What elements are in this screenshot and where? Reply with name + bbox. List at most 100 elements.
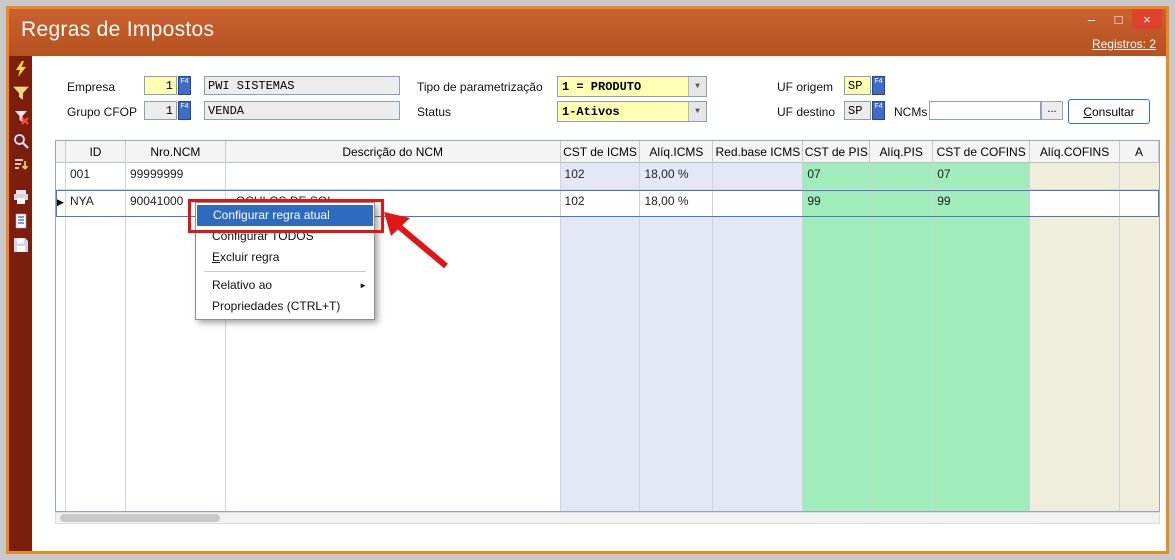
column-header-aliq-pis[interactable]: Alíq.PIS: [870, 141, 933, 163]
cell-cst-pis[interactable]: 07: [803, 163, 870, 189]
filler-cell: [66, 217, 126, 511]
cell-id[interactable]: 001: [66, 163, 126, 189]
grupo-cfop-code-field[interactable]: 1: [144, 101, 177, 120]
filler-cell: [1030, 217, 1120, 511]
refresh-button[interactable]: [11, 62, 30, 81]
grupo-cfop-name-field: VENDA: [204, 101, 400, 120]
cell-aliq-pis[interactable]: [870, 190, 933, 216]
menu-item-excluir-regra[interactable]: Excluir regra: [196, 247, 374, 268]
chevron-down-icon[interactable]: ▼: [688, 102, 706, 121]
filler-cell: [640, 217, 713, 511]
grupo-cfop-f4-button[interactable]: F4: [178, 101, 191, 120]
zoom-icon: [13, 133, 29, 154]
table-row[interactable]: 001 99999999 102 18,00 % 07 07: [56, 163, 1159, 190]
uf-destino-field[interactable]: SP: [844, 101, 871, 120]
filler-cell: [933, 217, 1030, 511]
column-header-red-base-icms[interactable]: Red.base ICMS: [713, 141, 803, 163]
report-button[interactable]: [11, 214, 30, 233]
sort-button[interactable]: [11, 158, 30, 177]
uf-destino-f4-button[interactable]: F4: [872, 101, 885, 120]
cell-aliq-icms[interactable]: 18,00 %: [640, 190, 713, 216]
cell-a[interactable]: [1120, 190, 1159, 216]
cell-red-base-icms[interactable]: [713, 163, 803, 189]
cell-cst-pis[interactable]: 99: [803, 190, 870, 216]
main-content: Empresa 1 F4 PWI SISTEMAS Tipo de parame…: [32, 56, 1166, 551]
cell-a[interactable]: [1120, 163, 1159, 189]
maximize-button[interactable]: □: [1105, 9, 1132, 29]
uf-origem-field[interactable]: SP: [844, 76, 871, 95]
tipo-parametrizacao-combo[interactable]: 1 = PRODUTO ▼: [557, 76, 707, 97]
column-header-aliq-icms[interactable]: Alíq.ICMS: [640, 141, 713, 163]
uf-origem-f4-button[interactable]: F4: [872, 76, 885, 95]
cell-aliq-icms[interactable]: 18,00 %: [640, 163, 713, 189]
empresa-label: Empresa: [67, 80, 115, 94]
column-header-aliq-cofins[interactable]: Alíq.COFINS: [1030, 141, 1120, 163]
cell-descricao[interactable]: [226, 163, 561, 189]
filter-icon: [13, 85, 29, 106]
cell-id[interactable]: NYA: [66, 190, 126, 216]
tipo-parametrizacao-label: Tipo de parametrização: [417, 80, 543, 94]
horizontal-scrollbar[interactable]: [55, 512, 1160, 524]
cell-cst-cofins[interactable]: 99: [933, 190, 1030, 216]
menu-item-propriedades[interactable]: Propriedades (CTRL+T): [196, 296, 374, 317]
grupo-cfop-label: Grupo CFOP: [67, 105, 137, 119]
filler-cell: [803, 217, 870, 511]
app-window: Regras de Impostos – □ × Registros: 2 Em…: [6, 6, 1169, 554]
filter-button[interactable]: [11, 86, 30, 105]
close-button[interactable]: ×: [1132, 9, 1162, 29]
indicator-column-header: [56, 141, 66, 163]
report-icon: [13, 213, 29, 234]
save-button[interactable]: [11, 238, 30, 257]
refresh-icon: [13, 61, 29, 82]
minimize-button[interactable]: –: [1078, 9, 1105, 29]
cell-aliq-cofins[interactable]: [1030, 190, 1120, 216]
filler-cell: [56, 217, 66, 511]
annotation-arrow: [380, 208, 458, 272]
submenu-arrow-icon: ►: [359, 275, 367, 296]
cell-aliq-cofins[interactable]: [1030, 163, 1120, 189]
status-combo[interactable]: 1-Ativos ▼: [557, 101, 707, 122]
empresa-f4-button[interactable]: F4: [178, 76, 191, 95]
column-header-descricao[interactable]: Descrição do NCM: [226, 141, 561, 163]
column-header-cst-pis[interactable]: CST de PIS: [803, 141, 870, 163]
print-button[interactable]: [11, 190, 30, 209]
empresa-code-field[interactable]: 1: [144, 76, 177, 95]
status-label: Status: [417, 105, 451, 119]
uf-destino-label: UF destino: [777, 105, 835, 119]
row-indicator: ▶: [56, 190, 66, 216]
column-header-cst-icms[interactable]: CST de ICMS: [561, 141, 641, 163]
filler-cell: [713, 217, 803, 511]
filler-cell: [870, 217, 933, 511]
cell-cst-icms[interactable]: 102: [561, 190, 641, 216]
column-header-cst-cofins[interactable]: CST de COFINS: [933, 141, 1030, 163]
filler-cell: [1120, 217, 1159, 511]
ncms-browse-button[interactable]: ...: [1041, 101, 1063, 120]
ncms-label: NCMs: [894, 105, 927, 119]
titlebar: Regras de Impostos – □ × Registros: 2: [9, 9, 1166, 56]
sort-icon: [13, 157, 29, 178]
row-indicator-cell: [56, 163, 66, 189]
annotation-highlight-box: [188, 199, 384, 233]
column-header-id[interactable]: ID: [66, 141, 126, 163]
window-title: Regras de Impostos: [21, 18, 214, 42]
registros-link[interactable]: Registros: 2: [1092, 37, 1156, 51]
consultar-button[interactable]: Consultar: [1068, 99, 1150, 124]
cell-cst-icms[interactable]: 102: [561, 163, 641, 189]
save-icon: [13, 237, 29, 258]
zoom-button[interactable]: [11, 134, 30, 153]
cell-ncm[interactable]: 99999999: [126, 163, 226, 189]
chevron-down-icon[interactable]: ▼: [688, 77, 706, 96]
menu-separator: [204, 271, 366, 272]
scrollbar-thumb[interactable]: [60, 514, 220, 522]
clear-filter-button[interactable]: [11, 110, 30, 129]
menu-item-relativo-ao[interactable]: Relativo ao►: [196, 275, 374, 296]
cell-red-base-icms[interactable]: [713, 190, 803, 216]
column-header-ncm[interactable]: Nro.NCM: [126, 141, 226, 163]
ncms-input[interactable]: [929, 101, 1041, 120]
cell-aliq-pis[interactable]: [870, 163, 933, 189]
tipo-parametrizacao-value: 1 = PRODUTO: [562, 80, 641, 94]
filler-cell: [561, 217, 641, 511]
cell-cst-cofins[interactable]: 07: [933, 163, 1030, 189]
column-header-a[interactable]: A: [1120, 141, 1159, 163]
grid-header-row: ID Nro.NCM Descrição do NCM CST de ICMS …: [56, 141, 1159, 163]
